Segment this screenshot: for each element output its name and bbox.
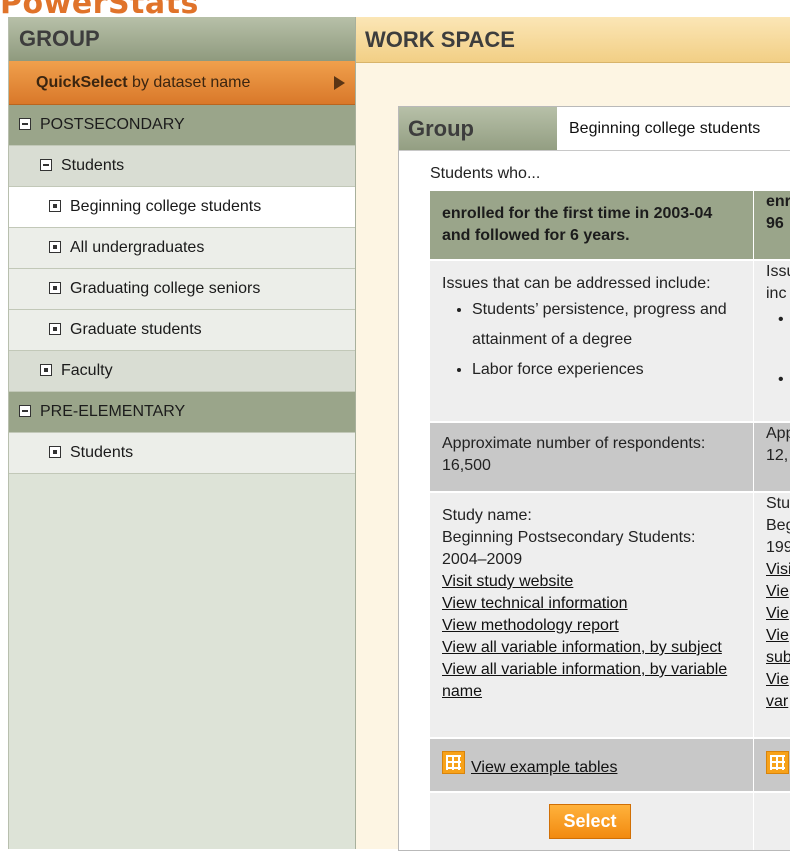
tree-item-label: All undergraduates: [70, 239, 205, 256]
view-methodology-report-link[interactable]: View methodology report: [442, 615, 741, 637]
tree-item-label: Students: [61, 157, 125, 174]
select-section: Select: [430, 793, 753, 850]
expand-icon[interactable]: [49, 323, 61, 335]
tree-item-label: Faculty: [61, 362, 113, 379]
issues-list: Students’ persistence, progress and atta…: [442, 295, 741, 385]
table-icon[interactable]: [442, 751, 465, 774]
view-variables-by-name-link[interactable]: var: [766, 691, 790, 713]
expand-icon[interactable]: [49, 200, 61, 212]
tree-item-graduating-college-seniors[interactable]: Graduating college seniors: [9, 269, 355, 310]
tree-item-pre-elementary[interactable]: PRE-ELEMENTARY: [9, 392, 355, 433]
view-example-tables-link[interactable]: View example tables: [471, 757, 617, 779]
text-fragment: Stu: [766, 495, 790, 512]
example-tables-section: View example tables: [430, 739, 753, 793]
respondents-value: 16,500: [442, 457, 491, 474]
study-label: Study name:: [442, 507, 532, 524]
group-card-value: Beginning college students: [569, 120, 761, 137]
text-fragment: 199: [766, 539, 790, 556]
respondents-section: App 12,: [754, 423, 790, 493]
dataset-column-partial: enr 96 Issu inc • • App 12, Stu Beg 199 …: [754, 191, 790, 850]
bullet: •: [778, 311, 784, 328]
tree-item-label: PRE-ELEMENTARY: [40, 403, 186, 420]
table-icon[interactable]: [766, 751, 789, 774]
workspace-title: WORK SPACE: [356, 17, 790, 63]
view-variables-by-subject-link[interactable]: View all variable information, by subjec…: [442, 637, 741, 659]
view-variables-by-name-link[interactable]: Vie: [766, 669, 790, 691]
expand-icon[interactable]: [40, 364, 52, 376]
view-variables-by-subject-link[interactable]: sub: [766, 647, 790, 669]
text-fragment: enr: [766, 193, 790, 210]
visit-study-website-link[interactable]: Visit study website: [442, 571, 741, 593]
tree-item-faculty[interactable]: Faculty: [9, 351, 355, 392]
tree-item-pre-elementary-students[interactable]: Students: [9, 433, 355, 474]
group-card: Group Beginning college students Student…: [398, 106, 790, 851]
tree-item-label: Graduate students: [70, 321, 202, 338]
issue-item: Students’ persistence, progress and atta…: [472, 295, 741, 355]
text-fragment: inc: [766, 285, 787, 302]
bullet: •: [778, 371, 784, 388]
quickselect-bold-label: QuickSelect: [36, 74, 128, 91]
issues-section: Issues that can be addressed include: St…: [430, 261, 753, 423]
issues-section: Issu inc • •: [754, 261, 790, 423]
dataset-column: enrolled for the first time in 2003-04 a…: [430, 191, 753, 850]
view-technical-information-link[interactable]: Vie: [766, 581, 790, 603]
text-fragment: Issu: [766, 263, 790, 280]
tree-item-students[interactable]: Students: [9, 146, 355, 187]
collapse-icon[interactable]: [40, 159, 52, 171]
visit-study-website-link[interactable]: Visi: [766, 559, 790, 581]
issues-intro: Issues that can be addressed include:: [442, 275, 711, 292]
tree-item-all-undergraduates[interactable]: All undergraduates: [9, 228, 355, 269]
students-who-label: Students who...: [430, 165, 541, 182]
expand-icon[interactable]: [49, 446, 61, 458]
expand-icon[interactable]: [49, 282, 61, 294]
respondents-section: Approximate number of respondents: 16,50…: [430, 423, 753, 493]
text-fragment: 96: [766, 215, 784, 232]
play-arrow-icon: [334, 76, 345, 90]
group-panel: GROUP QuickSelect by dataset name POSTSE…: [8, 17, 356, 849]
example-tables-section: [754, 739, 790, 793]
view-variables-by-name-link[interactable]: View all variable information, by variab…: [442, 659, 741, 703]
view-methodology-report-link[interactable]: Vie: [766, 603, 790, 625]
text-fragment: 12,: [766, 447, 789, 464]
collapse-icon[interactable]: [19, 118, 31, 130]
view-technical-information-link[interactable]: View technical information: [442, 593, 741, 615]
tree-item-postsecondary[interactable]: POSTSECONDARY: [9, 105, 355, 146]
enrollment-description: enrolled for the first time in 2003-04 a…: [430, 191, 753, 261]
respondents-label: Approximate number of respondents:: [442, 435, 706, 452]
text-fragment: Beg: [766, 517, 790, 534]
select-section: [754, 793, 790, 850]
study-name: Beginning Postsecondary Students: 2004–2…: [442, 529, 696, 568]
study-section: Study name: Beginning Postsecondary Stud…: [430, 493, 753, 739]
select-button[interactable]: Select: [549, 804, 631, 839]
issue-item: Labor force experiences: [472, 355, 741, 385]
collapse-icon[interactable]: [19, 405, 31, 417]
expand-icon[interactable]: [49, 241, 61, 253]
tree-item-label: POSTSECONDARY: [40, 116, 185, 133]
group-card-label: Group: [399, 107, 557, 150]
quickselect-label: by dataset name: [127, 74, 251, 91]
study-section: Stu Beg 199 Visi Vie Vie Vie sub Vie var: [754, 493, 790, 739]
tree-item-label: Students: [70, 444, 134, 461]
dataset-comparison: Students who... enrolled for the first t…: [399, 151, 790, 850]
group-panel-title: GROUP: [9, 17, 355, 61]
tree-item-beginning-college-students[interactable]: Beginning college students: [9, 187, 355, 228]
tree-item-graduate-students[interactable]: Graduate students: [9, 310, 355, 351]
tree-item-label: Graduating college seniors: [70, 280, 261, 297]
text-fragment: App: [766, 425, 790, 442]
view-variables-by-subject-link[interactable]: Vie: [766, 625, 790, 647]
quickselect-button[interactable]: QuickSelect by dataset name: [9, 61, 355, 105]
group-card-header: Group Beginning college students: [399, 107, 790, 151]
enrollment-description: enr 96: [754, 191, 790, 261]
tree-item-label: Beginning college students: [70, 198, 262, 215]
